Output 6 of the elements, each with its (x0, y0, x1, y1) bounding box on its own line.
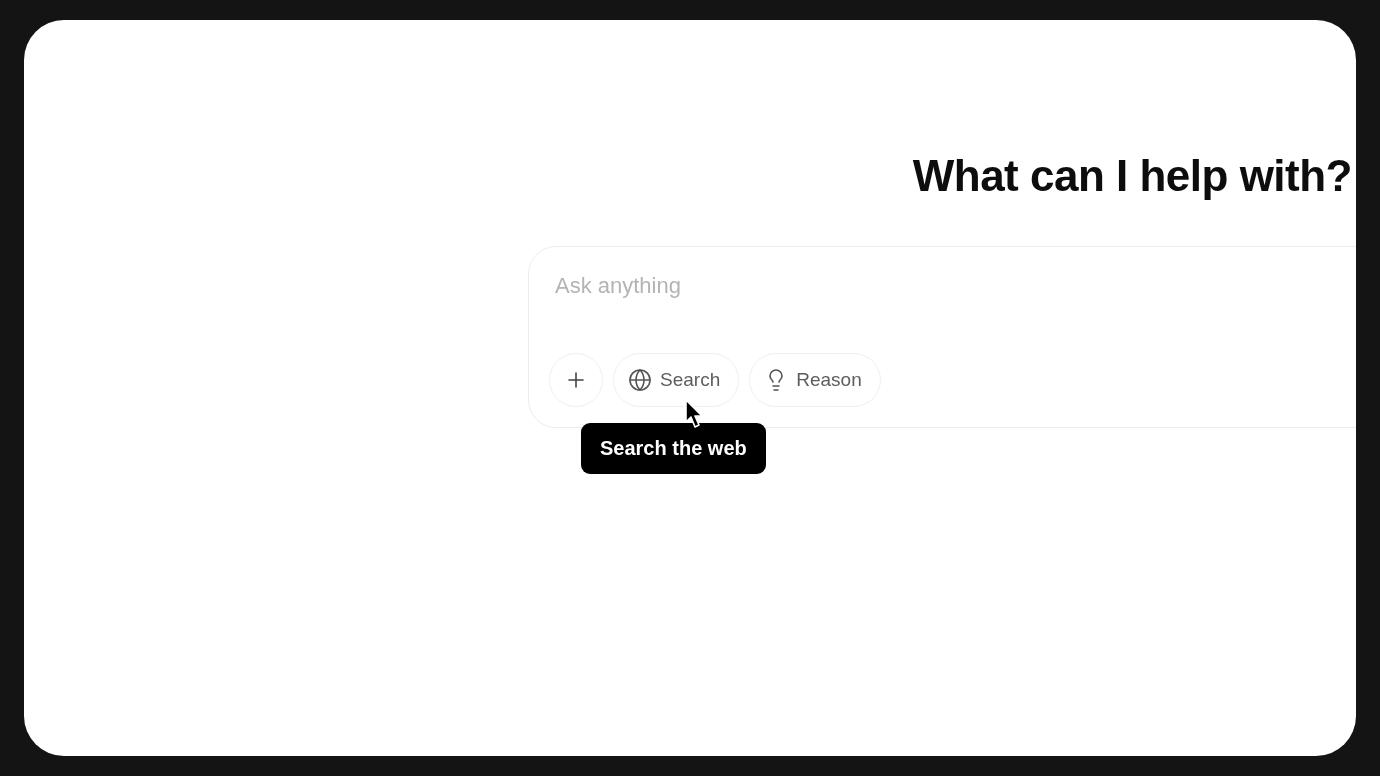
page-heading: What can I help with? (911, 150, 1352, 202)
search-button[interactable]: Search (613, 353, 740, 407)
reason-button[interactable]: Reason (749, 353, 881, 407)
tooltip: Search the web (581, 423, 766, 474)
prompt-input-field[interactable]: Ask anything (549, 269, 1061, 303)
globe-icon (628, 368, 652, 392)
